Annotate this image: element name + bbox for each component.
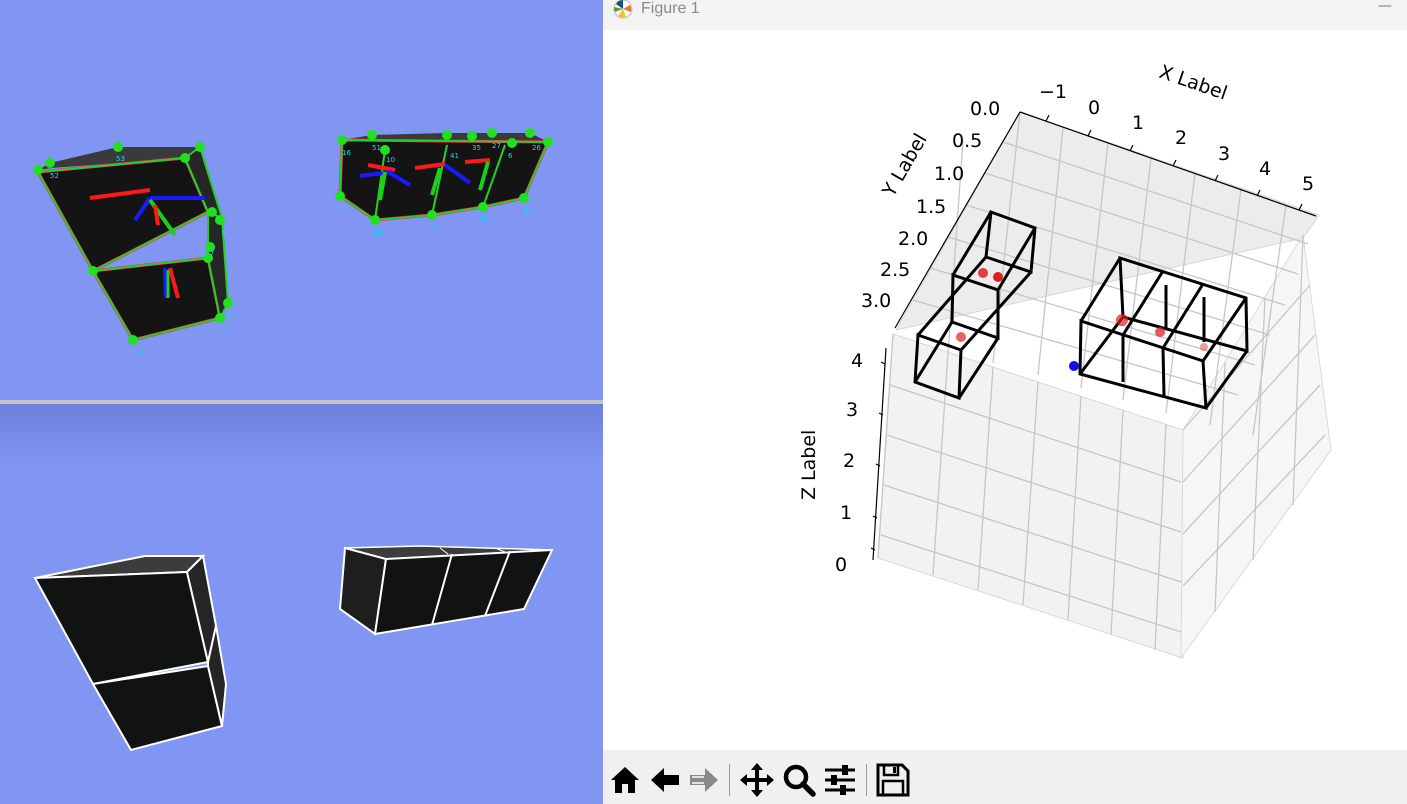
right-box-row: 16 51 10 41 35 27 6 26 29 28 31 32 30 — [335, 128, 553, 237]
z-tick-label: 2 — [843, 450, 855, 472]
plot-area[interactable]: −1 0 1 2 3 4 5 0.0 0.5 1.0 1.5 2.0 2.5 3… — [603, 30, 1407, 750]
minimize-button[interactable]: — — [1377, 0, 1393, 16]
x-tick-label: 1 — [1132, 112, 1144, 134]
point-label: 10 — [386, 156, 395, 164]
x-tick-label: 2 — [1175, 127, 1187, 149]
pan-button[interactable] — [739, 762, 775, 798]
left-box-stack-render — [33, 553, 228, 752]
y-tick-label: 3.0 — [861, 290, 891, 312]
y-tick-label: 1.0 — [934, 163, 964, 185]
bottom-3d-viewport[interactable] — [0, 404, 603, 804]
y-axis-label: Y Label — [878, 130, 932, 202]
right-box-row-render — [338, 545, 554, 636]
x-tick-label: 0 — [1088, 97, 1100, 119]
point-label: 6 — [508, 152, 513, 160]
blue-origin-point — [1069, 361, 1079, 371]
point-label: 35 — [472, 144, 481, 152]
z-axis-label: Z Label — [798, 430, 820, 500]
y-tick-label: 1.5 — [916, 196, 946, 218]
point-label: 30 — [524, 207, 533, 215]
left-arrow-icon — [651, 768, 679, 792]
data-point — [1116, 314, 1128, 326]
point-label: 29 — [338, 204, 347, 212]
left-box-stack: 53 52 9 7 21 14 48 — [33, 142, 235, 356]
x-tick-label: 3 — [1218, 143, 1230, 165]
figure-window: Figure 1 — −1 0 1 2 3 4 5 0.0 0.5 1.0 1.… — [603, 0, 1407, 804]
home-icon — [611, 767, 639, 793]
point-label: 27 — [492, 142, 501, 150]
zoom-button[interactable] — [781, 762, 817, 798]
data-point — [993, 272, 1003, 282]
x-tick-label: −1 — [1039, 81, 1067, 103]
point-label: 14 — [133, 348, 142, 356]
y-tick-label: 0.0 — [970, 98, 1000, 120]
z-tick-label: 0 — [835, 554, 847, 576]
point-label: 51 — [372, 144, 381, 152]
z-tick-label: 4 — [851, 350, 863, 372]
window-title: Figure 1 — [641, 0, 700, 17]
point-label: 7 — [210, 249, 214, 257]
y-tick-label: 2.5 — [880, 259, 910, 281]
sliders-icon — [825, 765, 855, 795]
point-label: 53 — [116, 155, 125, 163]
x-tick-label: 5 — [1302, 173, 1314, 195]
x-axis-label: X Label — [1156, 61, 1230, 105]
point-label: 31 — [431, 224, 440, 232]
back-button[interactable] — [647, 762, 683, 798]
top-3d-viewport[interactable]: 53 52 9 7 21 14 48 16 51 10 41 35 27 6 2… — [0, 0, 603, 404]
z-tick-label: 1 — [840, 502, 852, 524]
move-icon — [740, 763, 774, 797]
toolbar-separator — [866, 764, 867, 796]
navigation-toolbar — [603, 750, 1407, 804]
point-label: 26 — [532, 144, 541, 152]
toolbar-separator — [729, 764, 730, 796]
detection-overlay: 53 52 9 7 21 14 48 16 51 10 41 35 27 6 2… — [33, 128, 553, 356]
right-arrow-icon — [690, 768, 718, 792]
point-label: 41 — [450, 152, 459, 160]
point-label: 32 — [480, 215, 489, 223]
data-point — [956, 332, 966, 342]
save-button[interactable] — [875, 762, 911, 798]
forward-button[interactable] — [686, 762, 722, 798]
title-bar[interactable]: Figure 1 — — [603, 0, 1407, 30]
data-point — [978, 268, 988, 278]
data-point — [1155, 327, 1165, 337]
floppy-icon — [876, 763, 910, 797]
point-label: 48 — [226, 312, 235, 320]
point-label: 21 — [220, 326, 229, 334]
matplotlib-logo-icon — [613, 0, 633, 19]
zoom-icon — [783, 764, 816, 797]
z-tick-label: 3 — [846, 399, 858, 421]
y-tick-label: 0.5 — [952, 130, 982, 152]
configure-subplots-button[interactable] — [822, 762, 858, 798]
data-point — [1200, 343, 1208, 351]
point-label: 16 — [342, 149, 351, 157]
axes-3d[interactable]: −1 0 1 2 3 4 5 0.0 0.5 1.0 1.5 2.0 2.5 3… — [603, 30, 1407, 750]
render-view — [33, 545, 554, 752]
z-tick-labels: 0 1 2 3 4 — [835, 350, 863, 576]
point-label: 52 — [50, 172, 59, 180]
point-label: 28 — [373, 229, 382, 237]
home-button[interactable] — [607, 762, 643, 798]
point-label: 9 — [222, 230, 226, 238]
y-tick-label: 2.0 — [898, 228, 928, 250]
x-tick-label: 4 — [1259, 158, 1271, 180]
